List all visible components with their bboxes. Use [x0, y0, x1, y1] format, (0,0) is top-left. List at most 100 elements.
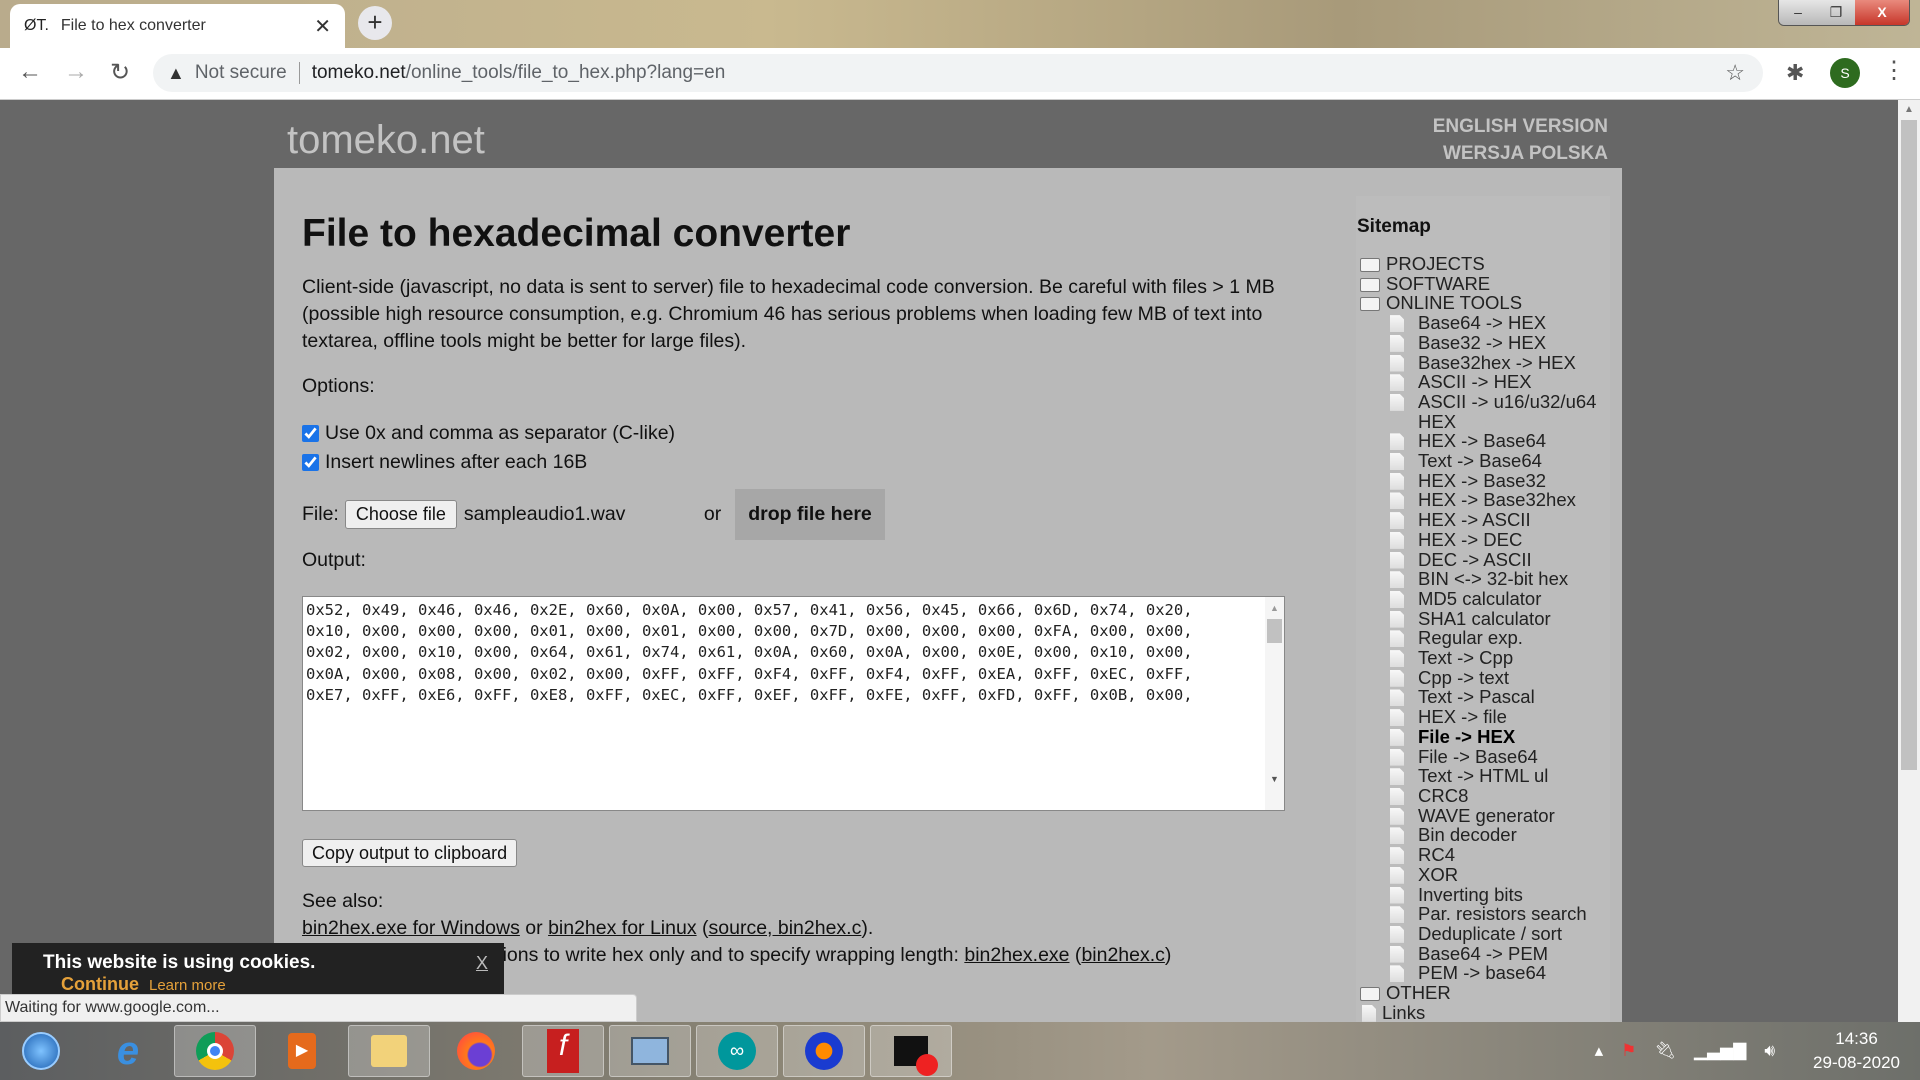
sitemap-item[interactable]: HEX -> ASCII [1360, 510, 1603, 530]
sitemap-item[interactable]: Base32 -> HEX [1360, 333, 1603, 353]
sitemap-item[interactable]: Text -> HTML ul [1360, 766, 1603, 786]
taskbar-chrome-icon[interactable] [174, 1025, 256, 1077]
sitemap-folder[interactable]: SOFTWARE [1360, 273, 1603, 294]
sitemap-item[interactable]: Base64 -> PEM [1360, 942, 1603, 964]
restore-button[interactable]: ❐ [1817, 0, 1855, 25]
sitemap-item-label: HEX -> Base64 [1418, 430, 1547, 452]
output-textarea[interactable]: 0x52, 0x49, 0x46, 0x46, 0x2E, 0x60, 0x0A… [302, 596, 1285, 811]
page-icon [1390, 748, 1404, 766]
sitemap-item-label: WAVE generator [1418, 804, 1555, 826]
cookie-learn-more-link[interactable]: Learn more [149, 977, 226, 994]
extensions-puzzle-icon[interactable]: ✱ [1786, 60, 1804, 86]
new-tab-button[interactable]: + [358, 6, 392, 40]
sitemap-item[interactable]: Regular exp. [1360, 628, 1603, 648]
network-signal-icon[interactable]: ▁▃▅▇ [1694, 1041, 1746, 1061]
sitemap-item[interactable]: File -> HEX [1360, 727, 1603, 747]
folder-icon [1360, 277, 1380, 292]
sitemap-item[interactable]: PEM -> base64 [1360, 963, 1603, 983]
sitemap-item[interactable]: Text -> Pascal [1360, 687, 1603, 707]
sitemap-folder-other[interactable]: OTHER [1360, 983, 1603, 1003]
newlines-checkbox[interactable] [302, 454, 319, 471]
copy-output-button[interactable]: Copy output to clipboard [302, 839, 518, 867]
sitemap-item[interactable]: Base64 -> HEX [1360, 313, 1603, 333]
show-hidden-icons[interactable]: ▴ [1595, 1041, 1604, 1061]
minimize-button[interactable]: – [1779, 0, 1817, 25]
back-icon[interactable]: ← [14, 58, 46, 86]
taskbar-audacity-icon[interactable] [783, 1025, 865, 1077]
folder-icon [1360, 258, 1380, 272]
reload-icon[interactable]: ↻ [104, 58, 136, 87]
bookmark-star-icon[interactable]: ☆ [1725, 60, 1745, 86]
choose-file-button[interactable]: Choose file [344, 500, 457, 529]
bin2hex-windows-link[interactable]: bin2hex.exe for Windows [302, 917, 520, 939]
sitemap-item[interactable]: HEX -> Base32hex [1360, 490, 1603, 510]
page-icon [1390, 492, 1404, 510]
forward-icon[interactable]: → [60, 58, 92, 86]
clock[interactable]: 14:36 29-08-2020 [1813, 1027, 1900, 1075]
sitemap-folder[interactable]: PROJECTS [1360, 254, 1603, 274]
bin2hex-exe-link[interactable]: bin2hex.exe [964, 944, 1069, 966]
sitemap-item[interactable]: Bin decoder [1360, 825, 1603, 845]
sitemap-item[interactable]: BIN <-> 32-bit hex [1360, 569, 1603, 589]
action-center-flag-icon[interactable]: ⚑ [1621, 1041, 1636, 1061]
sitemap-item[interactable]: DEC -> ASCII [1360, 549, 1603, 570]
drop-zone[interactable]: drop file here [735, 489, 885, 540]
sitemap-item[interactable]: XOR [1360, 865, 1603, 885]
bin2hex-linux-link[interactable]: bin2hex for Linux [548, 917, 697, 939]
sitemap-item[interactable]: HEX -> Base64 [1360, 431, 1603, 451]
sitemap-item-label: Cpp -> text [1418, 666, 1510, 688]
sitemap-item-label: Text -> Cpp [1418, 647, 1514, 669]
close-tab-icon[interactable]: ✕ [314, 14, 331, 39]
site-logo[interactable]: tomeko.net [287, 118, 485, 163]
sitemap-item[interactable]: HEX -> file [1360, 707, 1603, 727]
sitemap-links[interactable]: Links [1360, 1003, 1603, 1023]
sitemap-item[interactable]: Inverting bits [1360, 884, 1603, 905]
sitemap-item[interactable]: MD5 calculator [1360, 589, 1603, 609]
start-button[interactable] [0, 1025, 82, 1077]
taskbar-arduino-icon[interactable]: ∞ [696, 1025, 778, 1077]
sitemap-item[interactable]: CRC8 [1360, 786, 1603, 806]
kebab-menu-icon[interactable]: ⋮ [1882, 56, 1906, 85]
polish-version-link[interactable]: WERSJA POLSKA [1443, 143, 1608, 165]
taskbar: e ▶ f ∞ ▴ ⚑ 🔌︎ ▁▃▅▇ 🔊︎ 14:36 29-08-2020 [0, 1022, 1920, 1080]
sitemap-folder[interactable]: ONLINE TOOLS [1360, 293, 1603, 313]
profile-avatar[interactable]: S [1830, 58, 1860, 88]
warning-icon: ▲ [167, 62, 185, 83]
sitemap-item[interactable]: ASCII -> HEX [1360, 372, 1603, 392]
taskbar-keyboard-icon[interactable] [609, 1025, 691, 1077]
sitemap-item[interactable]: Base32hex -> HEX [1360, 352, 1603, 373]
sitemap-item[interactable]: HEX -> DEC [1360, 530, 1603, 550]
cookie-continue-button[interactable]: Continue [61, 974, 139, 994]
taskbar-recorder-icon[interactable] [870, 1025, 952, 1077]
address-bar[interactable]: ▲ Not secure tomeko.net/online_tools/fil… [153, 54, 1763, 92]
sitemap-item[interactable]: SHA1 calculator [1360, 608, 1603, 629]
sitemap-item-label: Base64 -> PEM [1418, 942, 1549, 964]
english-version-link[interactable]: ENGLISH VERSION [1433, 116, 1608, 138]
taskbar-media-player-icon[interactable]: ▶ [261, 1025, 343, 1077]
cookie-close-button[interactable]: X [476, 953, 488, 974]
security-label[interactable]: Not secure [195, 62, 300, 84]
sitemap-item[interactable]: File -> Base64 [1360, 746, 1603, 767]
sitemap-item[interactable]: WAVE generator [1360, 804, 1603, 826]
close-window-button[interactable]: X [1855, 0, 1909, 25]
taskbar-firefox-icon[interactable] [435, 1025, 517, 1077]
taskbar-internet-explorer-icon[interactable]: e [87, 1025, 169, 1077]
taskbar-file-explorer-icon[interactable] [348, 1025, 430, 1077]
volume-icon[interactable]: 🔊︎ [1764, 1041, 1775, 1061]
taskbar-foxit-icon[interactable]: f [522, 1025, 604, 1077]
sitemap-item[interactable]: Text -> Base64 [1360, 451, 1603, 471]
sitemap-item[interactable]: ASCII -> u16/u32/u64 HEX [1360, 391, 1603, 431]
bin2hex-c-link[interactable]: bin2hex.c [1081, 944, 1164, 966]
browser-tab[interactable]: ØT. File to hex converter ✕ [10, 4, 345, 48]
sitemap-item[interactable]: HEX -> Base32 [1360, 471, 1603, 491]
output-scrollbar[interactable]: ▲ ▼ [1265, 597, 1284, 810]
sitemap-item[interactable]: Par. resistors search [1360, 904, 1603, 924]
power-plug-icon[interactable]: 🔌︎ [1654, 1041, 1676, 1061]
sitemap-item[interactable]: Cpp -> text [1360, 668, 1603, 688]
page-scrollbar-thumb[interactable] [1901, 120, 1917, 770]
c-like-separator-checkbox[interactable] [302, 425, 319, 442]
sitemap-item[interactable]: Deduplicate / sort [1360, 924, 1603, 944]
sitemap-item[interactable]: RC4 [1360, 845, 1603, 865]
source-link[interactable]: source, bin2hex.c [709, 917, 862, 939]
sitemap-item[interactable]: Text -> Cpp [1360, 648, 1603, 668]
